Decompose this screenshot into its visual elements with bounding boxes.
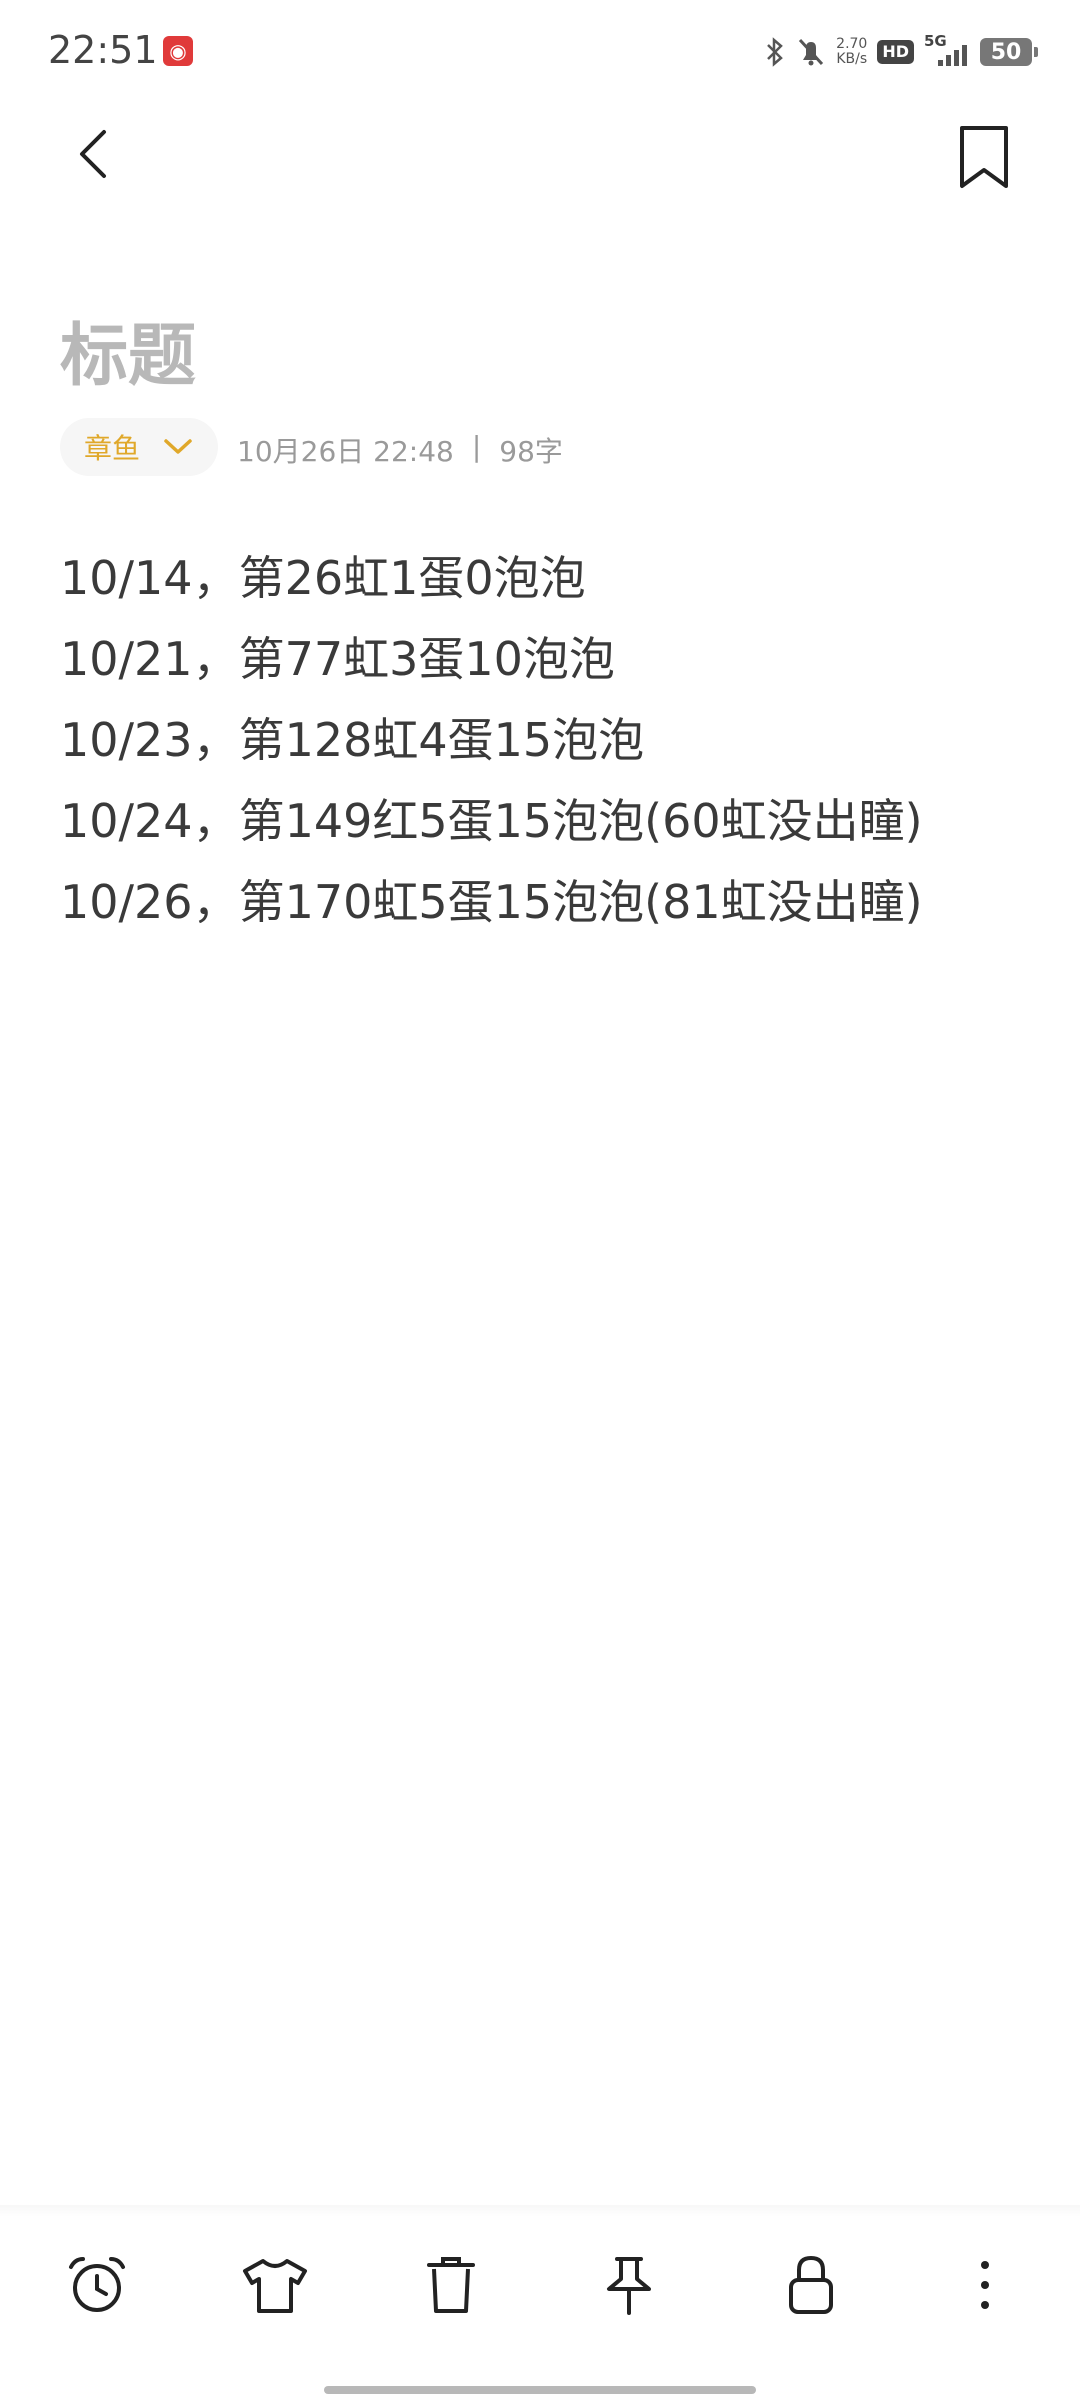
chevron-left-icon (80, 130, 106, 178)
battery-indicator: 50 (980, 38, 1038, 66)
bottom-toolbar (0, 2240, 1080, 2340)
bluetooth-icon (767, 37, 783, 67)
hd-badge: HD (877, 40, 914, 64)
shirt-icon (243, 2259, 307, 2313)
note-line[interactable]: 10/26，第170虹5蛋15泡泡(81虹没出瞳) (60, 872, 923, 953)
network-speed: 2.70 KB/s (836, 37, 867, 67)
word-count: 98字 (499, 435, 563, 468)
status-bar: 22:51 ◉ 2.70 KB/s HD 5G 50 (0, 0, 1080, 100)
meta-separator: | (471, 430, 482, 463)
signal-bars-icon (938, 45, 967, 66)
folder-selector[interactable]: 章鱼 (60, 418, 218, 476)
note-date: 10月26日 22:48 (237, 435, 454, 468)
note-title-placeholder[interactable]: 标题 (60, 300, 196, 399)
bell-muted-icon (799, 38, 824, 66)
back-button[interactable] (66, 124, 126, 184)
note-line[interactable]: 10/14，第26虹1蛋0泡泡 (60, 548, 923, 629)
note-line[interactable]: 10/23，第128虹4蛋15泡泡 (60, 710, 923, 791)
note-meta: 10月26日 22:48 | 98字 (237, 430, 563, 470)
reminder-button[interactable] (62, 2250, 132, 2320)
note-body[interactable]: 10/14，第26虹1蛋0泡泡 10/21，第77虹3蛋10泡泡 10/23，第… (60, 548, 923, 953)
bookmark-icon (960, 126, 1008, 188)
note-editor-screen: 22:51 ◉ 2.70 KB/s HD 5G 50 标题 章鱼 10月26日 … (0, 0, 1080, 2400)
network-speed-unit: KB/s (836, 51, 868, 67)
delete-button[interactable] (416, 2250, 486, 2320)
music-app-notification-icon: ◉ (163, 36, 193, 66)
bookmark-button[interactable] (954, 122, 1014, 192)
home-indicator[interactable] (324, 2386, 756, 2394)
note-line[interactable]: 10/21，第77虹3蛋10泡泡 (60, 629, 923, 710)
network-speed-value: 2.70 (836, 36, 868, 52)
status-time: 22:51 (48, 28, 158, 72)
trash-icon (427, 2257, 475, 2313)
lock-icon (789, 2255, 833, 2314)
note-line[interactable]: 10/24，第149红5蛋15泡泡(60虹没出瞳) (60, 791, 923, 872)
theme-button[interactable] (240, 2250, 310, 2320)
more-vertical-icon (981, 2261, 989, 2309)
signal-indicator: 5G (924, 32, 970, 68)
pin-button[interactable] (594, 2250, 664, 2320)
status-icons: 2.70 KB/s HD 5G 50 (764, 30, 1038, 74)
folder-label: 章鱼 (84, 432, 141, 465)
alarm-clock-icon (69, 2257, 125, 2312)
lock-button[interactable] (776, 2250, 846, 2320)
pin-icon (607, 2257, 651, 2315)
chevron-down-icon (164, 439, 192, 454)
more-options-button[interactable] (950, 2250, 1020, 2320)
toolbar-divider (0, 2205, 1080, 2217)
